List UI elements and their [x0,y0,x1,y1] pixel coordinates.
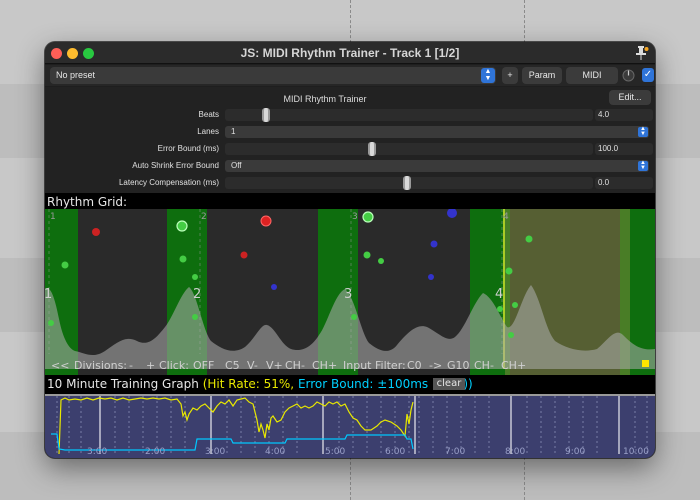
auto-shrink-value: Off [231,161,242,170]
graph-tick: 3:00 [205,447,225,457]
division-label: 4 [503,212,509,222]
latency-label: Latency Compensation (ms) [118,178,219,187]
graph-tick: 5:00 [325,447,345,457]
clear-graph-button[interactable]: clear [433,378,465,390]
lanes-value: 1 [231,127,236,136]
graph-tick: 4:00 [265,447,285,457]
click-volume-down-button[interactable]: V- [247,359,258,372]
edit-button[interactable]: Edit... [609,90,651,105]
auto-shrink-label: Auto Shrink Error Bound [132,161,219,170]
click-note-button[interactable]: C5 [225,359,240,372]
beat-number: 2 [193,287,201,302]
beats-slider[interactable] [225,108,593,122]
input-filter-high-button[interactable]: G10 [447,359,470,372]
chevron-updown-icon: ▲ ▼ [638,126,648,137]
graph-tick: 7:00 [445,447,465,457]
grid-control-bar: << Divisions: - + Click: OFF C5 V- V+ CH… [46,357,650,374]
chevron-updown-icon: ▲ ▼ [481,68,495,83]
graph-tick: 10:00 [623,447,649,457]
latency-slider[interactable] [225,176,593,190]
beat-number: 1 [45,287,52,302]
rhythm-grid-label: Rhythm Grid: [47,195,128,209]
beats-value-field[interactable]: 4.0 [595,109,653,121]
graph-tick: 3:00 [87,447,107,457]
training-graph: 3:00 2:00 3:00 4:00 5:00 6:00 7:00 8:00 … [45,394,655,458]
error-bound-slider[interactable] [225,142,593,156]
division-label: 2 [201,212,207,222]
add-preset-button[interactable]: + [502,67,518,84]
click-channel-up-button[interactable]: CH+ [312,359,337,372]
preset-dropdown[interactable]: No preset ▲ ▼ [50,67,496,84]
click-volume-up-button[interactable]: V+ [266,359,283,372]
input-filter-label: Input Filter: [343,359,406,372]
latency-value-field[interactable]: 0.0 [595,177,653,189]
fx-toolbar: No preset ▲ ▼ + Param MIDI ✓ [45,65,655,86]
graph-tick: 9:00 [565,447,585,457]
graph-tick: 8:00 [505,447,525,457]
graph-tick: 2:00 [145,447,165,457]
division-label: 3 [352,212,358,222]
graph-tick: 6:00 [385,447,405,457]
plugin-name: MIDI Rhythm Trainer [283,94,367,104]
error-bound-label: Error Bound (ms) [157,144,219,153]
latency-slider-thumb[interactable] [403,176,411,190]
midi-button[interactable]: MIDI [566,67,618,84]
click-channel-down-button[interactable]: CH- [285,359,305,372]
input-filter-low-button[interactable]: C0 [407,359,422,372]
divisions-plus-button[interactable]: + [146,359,155,372]
input-channel-up-button[interactable]: CH+ [501,359,526,372]
lanes-dropdown[interactable]: 1 ▲ ▼ [225,126,649,138]
input-channel-down-button[interactable]: CH- [474,359,494,372]
click-toggle-button[interactable]: OFF [193,359,214,372]
error-bound-value-field[interactable]: 100.0 [595,143,653,155]
beat-number: 3 [344,287,352,302]
rhythm-grid[interactable]: 1 2 3 4 1 2 3 4 [45,209,655,375]
beats-label: Beats [198,110,219,119]
hit-rate-text: (Hit Rate: 51%, [202,377,295,391]
title-bar[interactable]: JS: MIDI Rhythm Trainer - Track 1 [1/2] [45,42,655,64]
preset-label: No preset [56,70,96,80]
training-graph-title: 10 Minute Training Graph [47,377,199,391]
lanes-label: Lanes [197,127,219,136]
param-button[interactable]: Param [522,67,562,84]
divisions-minus-button[interactable]: - [129,359,133,372]
beats-slider-thumb[interactable] [262,108,270,122]
window-title: JS: MIDI Rhythm Trainer - Track 1 [1/2] [240,46,460,60]
auto-shrink-dropdown[interactable]: Off ▲ ▼ [225,160,649,172]
divisions-label: Divisions: [74,359,128,372]
enable-checkbox[interactable]: ✓ [642,68,654,82]
division-label: 1 [50,212,56,222]
training-graph-header: 10 Minute Training Graph (Hit Rate: 51%,… [47,377,473,391]
pin-icon[interactable] [635,45,649,61]
input-filter-arrow: -> [429,359,443,372]
click-label: Click: [159,359,189,372]
wet-knob-icon[interactable] [622,69,635,82]
rewind-button[interactable]: << [51,359,69,372]
parameter-panel: MIDI Rhythm Trainer Edit... Beats 4.0 La… [45,87,655,193]
jsfx-gui: Rhythm Grid: 1 2 3 4 1 2 3 4 << Division… [45,193,655,458]
plugin-window: JS: MIDI Rhythm Trainer - Track 1 [1/2] … [45,42,655,458]
beat-number: 4 [495,287,503,302]
error-bound-slider-thumb[interactable] [368,142,376,156]
chevron-updown-icon: ▲ ▼ [638,160,648,171]
